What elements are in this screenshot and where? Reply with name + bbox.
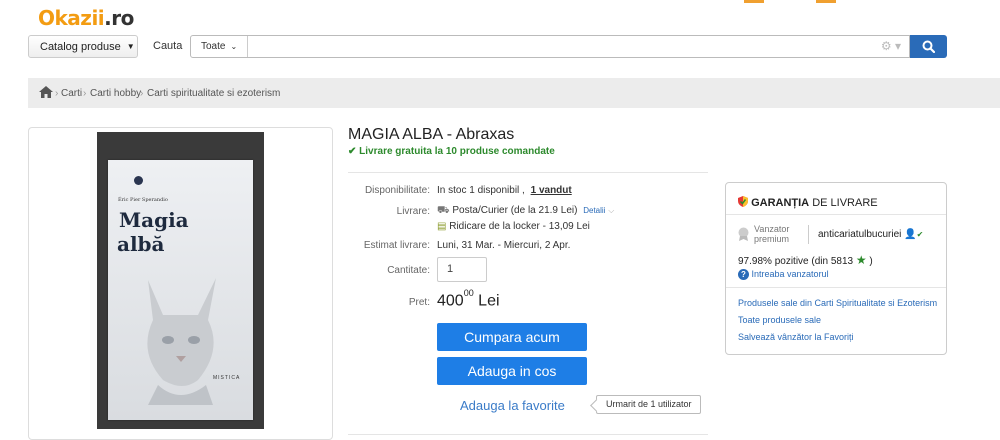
price-label: Pret: (408, 297, 430, 308)
estimate-value: Luni, 31 Mar. - Miercuri, 2 Apr. (437, 240, 571, 251)
price-currency: Lei (478, 292, 500, 310)
divider (726, 287, 946, 288)
verified-user-icon: 👤 (904, 229, 917, 240)
check-icon: ✔ (916, 230, 924, 239)
search-button[interactable] (910, 35, 947, 58)
breadcrumb-separator: › (83, 88, 87, 99)
search-input[interactable] (249, 37, 859, 56)
breadcrumb-item[interactable]: Carti (61, 88, 82, 99)
search-icon (922, 40, 935, 53)
book-publisher: MISTICA (213, 375, 241, 381)
breadcrumb-item[interactable]: Carti hobby (90, 88, 141, 99)
price: 40000 Lei (437, 288, 500, 310)
ask-seller-link[interactable]: ? Intreaba vanzatorul (738, 269, 829, 280)
add-to-favorites-link[interactable]: Adauga la favorite (460, 398, 565, 413)
delivery-option-locker: ▤ Ridicare de la locker - 13,09 Lei (437, 221, 590, 232)
logo-text-domain: .ro (104, 6, 134, 30)
divider (348, 434, 708, 435)
price-cents: 00 (463, 288, 474, 298)
product-title: MAGIA ALBA - Abraxas (348, 126, 515, 143)
seller-box: GARANȚIA DE LIVRARE Vanzator premium ant… (725, 182, 947, 355)
shield-icon (738, 196, 748, 207)
breadcrumb: › Carti › Carti hobby › Carti spirituali… (28, 78, 1000, 108)
quantity-input[interactable]: 1 (437, 257, 487, 282)
ask-seller-text: Intreaba vanzatorul (751, 269, 829, 279)
catalog-dropdown-button[interactable]: Catalog produse ▼ (28, 35, 138, 58)
product-book-cover: Éric Pier Sperandio Magia albă MISTICA (108, 160, 253, 420)
premium-line1: Vanzator (754, 224, 790, 234)
divider (348, 172, 708, 173)
search-bar: Toate ⌄ ⚙ ▾ (190, 35, 910, 58)
guarantee-rest: DE LIVRARE (812, 197, 878, 209)
premium-badge-icon (738, 227, 749, 241)
premium-seller-label: Vanzator premium (754, 224, 789, 244)
guarantee-bold: GARANȚIA (751, 197, 810, 209)
site-header: Okazii.ro Catalog produse ▼ Cauta Toate … (0, 0, 1000, 76)
chevron-down-icon: ⌄ (230, 42, 238, 51)
gear-icon[interactable]: ⚙ ▾ (881, 39, 901, 53)
chevron-down-icon[interactable]: ⌵ (608, 206, 614, 215)
free-shipping-note: ✔ Livrare gratuita la 10 produse comanda… (348, 146, 555, 157)
delivery-courier-text: Posta/Curier (de la 21.9 Lei) (452, 205, 578, 216)
seller-rating-end: ) (869, 256, 873, 267)
book-title-line2: albă (117, 232, 165, 256)
check-icon: ✔ (348, 146, 360, 157)
logo-text-brand: Okazii (38, 6, 105, 30)
truck-icon: ⛟ (437, 205, 450, 216)
delivery-option-courier: ⛟ Posta/Curier (de la 21.9 Lei) Detalii … (437, 205, 614, 218)
quantity-label: Cantitate: (387, 265, 430, 276)
question-icon: ? (738, 269, 749, 280)
sphynx-cat-illustration (147, 278, 216, 405)
search-category-value: Toate (201, 41, 226, 52)
seller-category-products-link[interactable]: Produsele sale din Carti Spiritualitate … (738, 298, 937, 308)
delivery-guarantee-heading: GARANȚIA DE LIVRARE (738, 196, 878, 209)
catalog-button-label: Catalog produse (40, 40, 121, 53)
free-shipping-text: Livrare gratuita la 10 produse comandate (359, 146, 555, 157)
search-label: Cauta (153, 40, 183, 52)
seller-rating: 97.98% pozitive (din 5813 ★ ) (738, 253, 873, 267)
seller-rating-text: 97.98% pozitive (din 5813 (738, 256, 854, 267)
save-seller-favorite-link[interactable]: Salvează vânzător la Favoriți (738, 332, 854, 342)
star-icon: ★ (855, 253, 867, 267)
book-title-line1: Magia (119, 208, 189, 232)
cart-icon[interactable] (816, 0, 836, 3)
stock-text: In stoc 1 disponibil , (437, 185, 525, 196)
book-author: Éric Pier Sperandio (118, 197, 168, 203)
chevron-down-icon: ▼ (126, 42, 135, 51)
premium-line2: premium (754, 234, 790, 244)
seller-username-text: anticariatulbucuriei (818, 229, 902, 240)
seller-username[interactable]: anticariatulbucuriei 👤✔ (818, 229, 923, 240)
publisher-logo-icon (134, 176, 143, 185)
breadcrumb-item[interactable]: Carti spiritualitate si ezoterism (147, 88, 280, 99)
availability-value: In stoc 1 disponibil , 1 vandut (437, 185, 572, 196)
top-account-icons[interactable] (740, 0, 850, 6)
delivery-locker-text: Ridicare de la locker - 13,09 Lei (449, 221, 590, 232)
buy-now-button[interactable]: Cumpara acum (437, 323, 587, 351)
product-image-container[interactable]: Éric Pier Sperandio Magia albă MISTICA (28, 127, 333, 440)
site-logo[interactable]: Okazii.ro (38, 6, 134, 30)
divider (808, 225, 809, 244)
followers-tooltip: Urmarit de 1 utilizator (596, 395, 701, 414)
breadcrumb-separator: › (55, 88, 59, 99)
delivery-details-link[interactable]: Detalii (583, 206, 605, 215)
locker-icon: ▤ (437, 221, 447, 232)
estimate-label: Estimat livrare: (363, 240, 430, 251)
divider (726, 214, 946, 215)
delivery-label: Livrare: (396, 206, 430, 217)
search-category-select[interactable]: Toate ⌄ (191, 36, 248, 57)
breadcrumb-separator: › (140, 88, 144, 99)
add-to-cart-button[interactable]: Adauga in cos (437, 357, 587, 385)
sold-count-link[interactable]: 1 vandut (531, 185, 572, 196)
home-icon[interactable] (39, 86, 53, 98)
availability-label: Disponibilitate: (364, 185, 430, 196)
account-icon[interactable] (744, 0, 764, 3)
seller-all-products-link[interactable]: Toate produsele sale (738, 315, 821, 325)
price-main: 400 (437, 292, 464, 310)
